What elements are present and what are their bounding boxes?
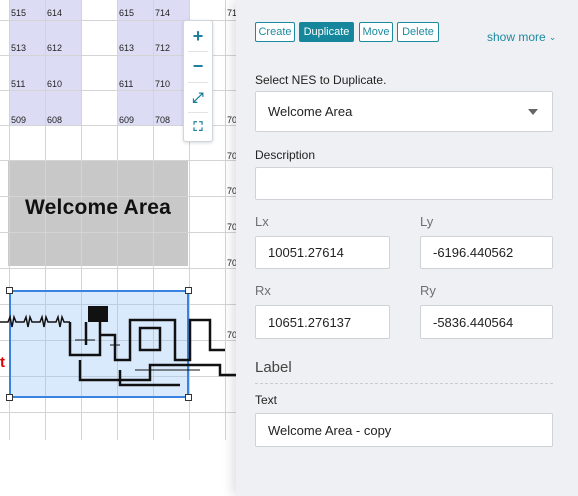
resize-handle[interactable] [6,394,13,401]
diagonal-arrows-icon: ⤢ [192,88,204,105]
grid-number: 613 [119,43,135,53]
grid-number: 70 [227,258,236,268]
grid-number: 712 [155,43,171,53]
grid-number: 509 [11,115,27,125]
delete-button[interactable]: Delete [397,22,439,42]
nes-select-value: Welcome Area [268,104,353,119]
grid-number: 515 [11,8,27,18]
welcome-area-label: Welcome Area [25,196,171,219]
text-field[interactable]: Welcome Area - copy [255,413,553,447]
grid-number: 614 [47,8,63,18]
text-value: Welcome Area - copy [268,422,392,438]
grid-number: 615 [119,8,135,18]
grid-number: 70 [227,222,236,232]
device-block [88,306,108,322]
rx-value: 10651.276137 [268,314,352,330]
text-label: Text [255,393,278,407]
ry-field[interactable]: -5836.440564 [420,305,553,339]
lx-field[interactable]: 10051.27614 [255,236,390,269]
expand-button[interactable]: ⛶ [184,112,212,142]
grid-number: 608 [47,115,63,125]
grid-number: 70 [227,115,236,125]
nes-select[interactable]: Welcome Area [255,91,553,132]
grid-line [0,268,236,269]
resize-handle[interactable] [185,287,192,294]
grid-number: 708 [155,115,171,125]
label-section-title: Label [255,359,292,376]
resize-handle[interactable] [6,287,13,294]
fit-view-button[interactable]: ⤢ [184,82,212,112]
ly-value: -6196.440562 [433,245,514,260]
create-button[interactable]: Create [255,22,295,42]
grid-line [0,232,236,233]
ry-label: Ry [420,283,436,298]
grid-number: 511 [11,79,26,89]
grid-number: 71 [227,8,236,18]
grid-number: 612 [47,43,63,53]
grid-number: 70 [227,151,236,161]
floor-map[interactable]: 515 614 615 714 71 513 612 613 712 511 6… [0,0,236,496]
ly-label: Ly [420,214,434,229]
rx-label: Rx [255,283,271,298]
duplicate-button[interactable]: Duplicate [299,22,354,42]
resize-handle[interactable] [185,394,192,401]
lx-value: 10051.27614 [268,245,344,260]
ly-field[interactable]: -6196.440562 [420,236,553,269]
plus-icon: + [192,25,204,46]
description-label: Description [255,148,316,162]
grid-line [0,160,236,161]
section-divider [255,383,553,384]
dropdown-arrow-icon [528,109,538,115]
select-nes-label: Select NES to Duplicate. [255,73,387,87]
show-more-link[interactable]: show more ⌄ [487,30,556,44]
move-button[interactable]: Move [359,22,393,42]
zoom-out-button[interactable]: − [184,51,212,81]
show-more-label: show more [487,30,546,44]
rx-field[interactable]: 10651.276137 [255,305,390,339]
grid-line [0,412,236,413]
chevron-down-icon: ⌄ [548,32,557,42]
minus-icon: − [192,55,204,76]
edit-panel: Create Duplicate Move Delete show more ⌄ … [236,0,578,496]
grid-number: 610 [47,79,63,89]
grid-number: 609 [119,115,135,125]
grid-number: 710 [155,79,171,89]
lx-label: Lx [255,214,269,229]
zoom-in-button[interactable]: + [184,21,212,51]
red-marker: t [0,354,5,371]
ry-value: -5836.440564 [433,314,514,330]
grid-number: 611 [119,79,134,89]
description-field[interactable] [255,167,553,200]
grid-number: 513 [11,43,27,53]
zoom-controls: + − ⤢ ⛶ [183,20,213,142]
grid-number: 714 [155,8,171,18]
grid-number: 70 [227,186,236,196]
schematic-drawing [0,314,236,387]
expand-icon: ⛶ [193,119,203,134]
